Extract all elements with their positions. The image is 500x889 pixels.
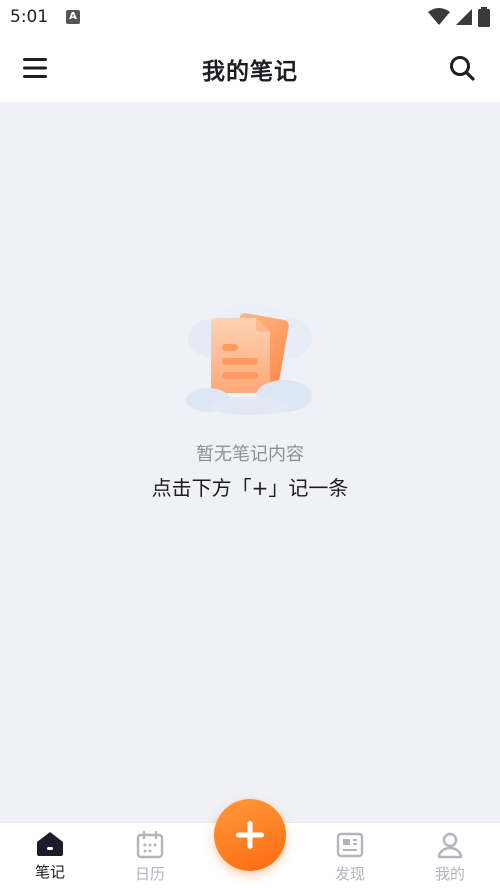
calendar-icon	[136, 831, 164, 859]
battery-icon	[478, 6, 490, 27]
add-note-button[interactable]	[214, 799, 286, 871]
tab-calendar[interactable]: 日历	[110, 829, 190, 887]
search-icon	[450, 56, 475, 81]
empty-state-title: 暂无笔记内容	[196, 444, 304, 465]
empty-state-hint: 点击下方「+」记一条	[151, 476, 349, 500]
notification-app-icon: A	[66, 10, 80, 24]
status-indicators	[427, 6, 490, 28]
wifi-icon	[427, 7, 450, 25]
status-bar: 5:01 A	[0, 0, 500, 34]
tab-discover[interactable]: 发现	[310, 829, 390, 887]
person-icon	[437, 832, 463, 859]
empty-notes-illustration	[186, 304, 312, 415]
cellular-signal-icon	[455, 8, 472, 25]
search-button[interactable]	[448, 54, 476, 82]
page-title: 我的笔记	[202, 59, 298, 85]
tab-label: 我的	[434, 865, 465, 883]
tab-profile[interactable]: 我的	[410, 829, 490, 887]
tab-notes[interactable]: 笔记	[10, 829, 90, 887]
plus-icon	[236, 821, 264, 849]
tab-label: 日历	[134, 865, 165, 883]
app-bar: 我的笔记	[0, 34, 500, 102]
status-time: 5:01	[10, 7, 49, 27]
news-icon	[336, 832, 364, 858]
home-icon	[37, 832, 63, 856]
tab-label: 笔记	[34, 863, 65, 881]
tab-label: 发现	[334, 865, 365, 883]
